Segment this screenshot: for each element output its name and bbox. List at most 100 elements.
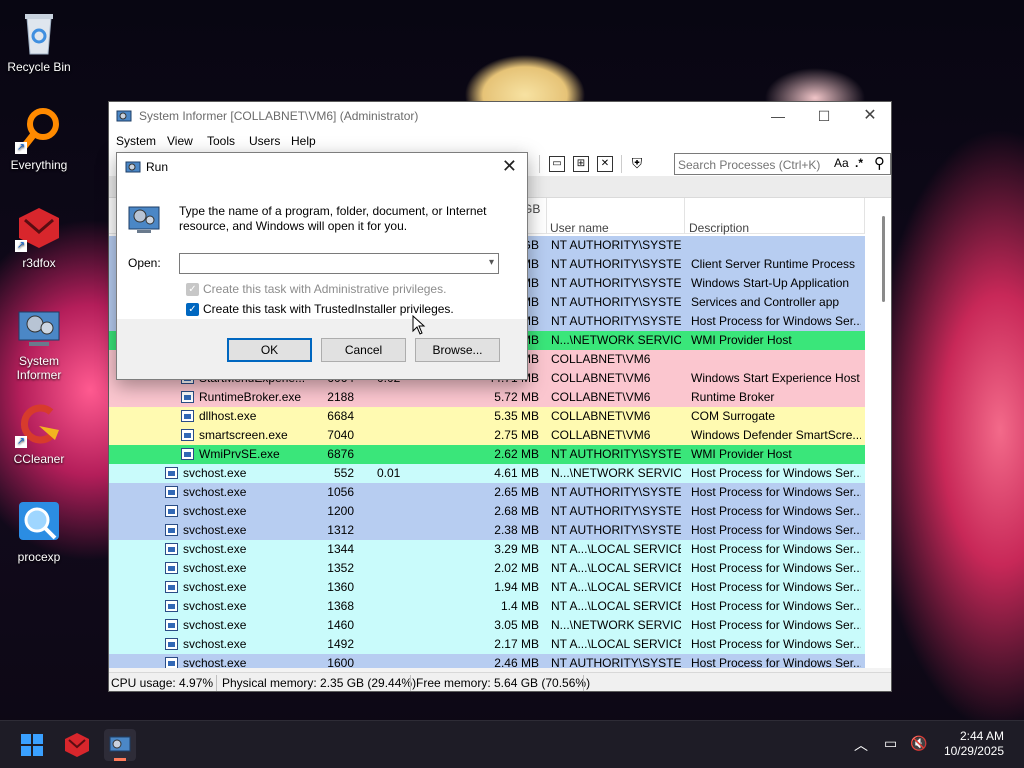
system-informer-taskbar-icon[interactable] xyxy=(104,729,136,761)
process-cpu xyxy=(377,388,417,407)
open-combobox[interactable]: ▾ xyxy=(179,253,499,274)
menu-help[interactable]: Help xyxy=(291,134,316,148)
process-cpu xyxy=(377,407,417,426)
network-icon[interactable]: ▭ xyxy=(884,735,897,752)
terminate-icon[interactable]: ✕ xyxy=(597,156,613,172)
process-description: Host Process for Windows Ser... xyxy=(691,580,861,594)
checkbox-admin[interactable]: ✓ xyxy=(186,283,199,296)
close-icon[interactable]: ✕ xyxy=(847,102,891,130)
search-input[interactable] xyxy=(678,157,828,172)
desktop-icon-label: System Informer xyxy=(16,354,62,382)
desktop-icon-ccleaner[interactable]: ↗ CCleaner xyxy=(4,400,74,466)
recycle-bin-icon xyxy=(15,8,63,56)
volume-muted-icon[interactable]: 🔇 xyxy=(910,735,927,752)
menu-system[interactable]: System xyxy=(116,134,156,148)
process-description: Windows Defender SmartScre... xyxy=(691,428,861,442)
process-cpu xyxy=(377,635,417,654)
process-cpu xyxy=(377,502,417,521)
process-private-bytes: 2.68 MB xyxy=(494,504,539,518)
process-user-name: NT A...\LOCAL SERVICE xyxy=(551,561,681,575)
process-user-name: NT AUTHORITY\SYSTEM xyxy=(551,447,681,461)
desktop-icon-label: Everything xyxy=(10,158,68,172)
menu-users[interactable]: Users xyxy=(249,134,280,148)
clock-time: 2:44 AM xyxy=(959,729,1004,743)
process-row[interactable]: smartscreen.exe 7040 2.75 MB COLLABNET\VM6 W… xyxy=(109,426,865,445)
desktop-icon-everything[interactable]: ↗ Everything xyxy=(4,106,74,172)
process-row[interactable]: svchost.exe 1312 2.38 MB NT AUTHORITY\SYSTE… xyxy=(109,521,865,540)
process-row[interactable]: WmiPrvSE.exe 6876 2.62 MB NT AUTHORITY\SYST… xyxy=(109,445,865,464)
process-user-name: NT AUTHORITY\SYSTEM xyxy=(551,276,681,290)
status-physical-memory: Physical memory: 2.35 GB (29.44%) xyxy=(222,676,417,690)
process-pid: 552 xyxy=(333,466,354,480)
process-row[interactable]: svchost.exe 1460 3.05 MB N...\NETWORK SERVI… xyxy=(109,616,865,635)
r3dfox-taskbar-icon[interactable] xyxy=(61,729,93,761)
process-row[interactable]: RuntimeBroker.exe 2188 5.72 MB COLLABNET\VM… xyxy=(109,388,865,407)
show-hidden-icons-chevron-up-icon[interactable]: ︿ xyxy=(854,735,868,755)
process-name: svchost.exe xyxy=(183,542,247,556)
chevron-down-icon[interactable]: ▾ xyxy=(489,257,494,268)
title-bar[interactable]: System Informer [COLLABNET\VM6] (Adminis… xyxy=(109,102,891,130)
minimize-icon[interactable]: — xyxy=(755,102,801,130)
process-row[interactable]: svchost.exe 1492 2.17 MB NT A...\LOCAL SERV… xyxy=(109,635,865,654)
cancel-button[interactable]: Cancel xyxy=(321,338,406,362)
r3dfox-icon: ↗ xyxy=(15,204,63,252)
status-separator xyxy=(583,675,584,691)
menu-view[interactable]: View xyxy=(167,134,193,148)
process-row[interactable]: svchost.exe 1600 2.46 MB NT AUTHORITY\SYSTE… xyxy=(109,654,865,668)
close-icon[interactable]: ✕ xyxy=(502,156,517,177)
process-row[interactable]: svchost.exe 1352 2.02 MB NT A...\LOCAL SERV… xyxy=(109,559,865,578)
desktop-icon-label: r3dfox xyxy=(22,256,56,270)
regex-button[interactable]: .* xyxy=(855,156,863,170)
process-row[interactable]: svchost.exe 552 0.01 4.61 MB N...\NETWORK SE… xyxy=(109,464,865,483)
browse-button[interactable]: Browse... xyxy=(415,338,500,362)
checkbox-trustedinstaller[interactable]: ✓ xyxy=(186,303,199,316)
process-row[interactable]: svchost.exe 1344 3.29 MB NT A...\LOCAL SERV… xyxy=(109,540,865,559)
process-description: WMI Provider Host xyxy=(691,447,792,461)
toolbar-separator xyxy=(621,155,622,173)
column-header-description[interactable]: Description xyxy=(685,198,865,235)
process-row[interactable]: dllhost.exe 6684 5.35 MB COLLABNET\VM6 COM S… xyxy=(109,407,865,426)
process-cpu xyxy=(377,654,417,668)
clock[interactable]: 2:44 AM 10/29/2025 xyxy=(944,729,1004,759)
menu-tools[interactable]: Tools xyxy=(207,134,235,148)
process-row[interactable]: svchost.exe 1360 1.94 MB NT A...\LOCAL SERV… xyxy=(109,578,865,597)
process-user-name: N...\NETWORK SERVICE xyxy=(551,466,681,480)
scrollbar-thumb[interactable] xyxy=(882,216,885,302)
start-button-icon[interactable] xyxy=(16,729,48,761)
trustedinstaller-checkbox[interactable]: ✓ Create this task with TrustedInstaller… xyxy=(186,302,506,318)
process-cpu xyxy=(377,540,417,559)
process-user-name: COLLABNET\VM6 xyxy=(551,390,651,404)
shortcut-arrow-icon: ↗ xyxy=(15,436,27,448)
admin-privileges-checkbox[interactable]: ✓ Create this task with Administrative p… xyxy=(186,282,506,298)
shield-icon[interactable]: ⛨ xyxy=(629,156,645,172)
maximize-icon[interactable]: ☐ xyxy=(801,102,847,130)
process-user-name: NT AUTHORITY\SYSTEM xyxy=(551,295,681,309)
admin-privileges-label: Create this task with Administrative pri… xyxy=(203,282,447,296)
process-row[interactable]: svchost.exe 1200 2.68 MB NT AUTHORITY\SYSTE… xyxy=(109,502,865,521)
column-header-user-name[interactable]: User name xyxy=(547,198,685,235)
desktop-icon-recycle-bin[interactable]: Recycle Bin xyxy=(4,8,74,74)
search-box[interactable]: Aa .* ⚲ xyxy=(674,153,891,175)
process-private-bytes: 2.65 MB xyxy=(494,485,539,499)
process-user-name: NT A...\LOCAL SERVICE xyxy=(551,580,681,594)
process-row[interactable]: svchost.exe 1368 1.4 MB NT A...\LOCAL SERVI… xyxy=(109,597,865,616)
process-name: svchost.exe xyxy=(183,466,247,480)
desktop-icon-r3dfox[interactable]: ↗ r3dfox xyxy=(4,204,74,270)
process-row[interactable]: svchost.exe 1056 2.65 MB NT AUTHORITY\SYSTE… xyxy=(109,483,865,502)
desktop-icon-procexp[interactable]: procexp xyxy=(4,498,74,564)
match-case-button[interactable]: Aa xyxy=(834,156,849,170)
taskbar: ︿ ▭ 🔇 2:44 AM 10/29/2025 xyxy=(0,720,1024,768)
ok-button[interactable]: OK xyxy=(227,338,312,362)
run-title-bar[interactable]: Run ✕ xyxy=(117,153,527,181)
window-icon[interactable]: ▭ xyxy=(549,156,565,172)
process-icon xyxy=(165,562,178,574)
search-icon[interactable]: ⚲ xyxy=(874,154,885,172)
desktop-icon-system-informer[interactable]: System Informer xyxy=(4,302,74,382)
process-description: Host Process for Windows Ser... xyxy=(691,314,861,328)
process-private-bytes: 5.35 MB xyxy=(494,409,539,423)
process-icon xyxy=(165,505,178,517)
vertical-scrollbar[interactable] xyxy=(865,198,891,668)
process-name: RuntimeBroker.exe xyxy=(199,390,302,404)
find-window-icon[interactable]: ⊞ xyxy=(573,156,589,172)
status-cpu-usage: CPU usage: 4.97% xyxy=(111,676,214,690)
